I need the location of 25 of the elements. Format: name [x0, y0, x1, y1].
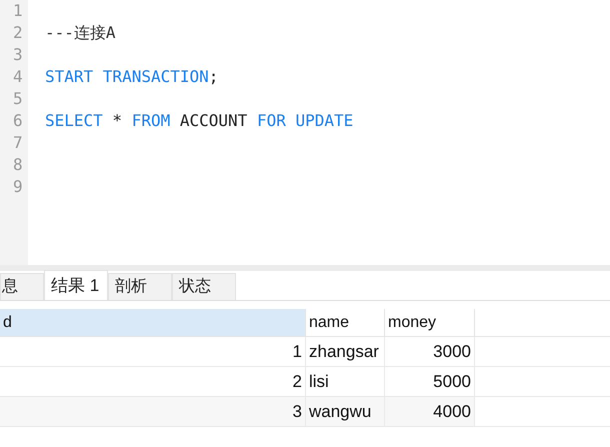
sql-text: * — [111, 110, 124, 132]
result-tab[interactable]: 结果 1 — [44, 270, 108, 300]
sql-comment: ---连接A — [45, 22, 116, 44]
result-tab[interactable]: 息 — [0, 273, 44, 300]
result-tab[interactable]: 剖析 — [108, 273, 172, 300]
sql-keyword: START TRANSACTION — [45, 66, 209, 88]
sql-keyword: FOR UPDATE — [256, 110, 354, 132]
sql-keyword: FROM — [132, 110, 170, 132]
sql-text: ; — [208, 66, 218, 88]
line-number: 6 — [12, 110, 24, 132]
result-tab[interactable]: 状态 — [172, 273, 236, 300]
line-number: 1 — [12, 0, 24, 22]
sql-text: ACCOUNT — [178, 110, 248, 132]
line-number: 5 — [12, 88, 24, 110]
line-number: 3 — [12, 44, 24, 66]
table-cell: 4000 — [385, 397, 475, 426]
line-number: 7 — [12, 132, 24, 154]
line-number: 8 — [12, 154, 24, 176]
table-cell: wangwu — [306, 397, 385, 426]
sql-keyword: SELECT — [45, 110, 103, 132]
line-number: 2 — [12, 22, 24, 44]
table-cell: 3 — [0, 397, 306, 426]
line-number: 4 — [12, 66, 24, 88]
line-number: 9 — [12, 176, 24, 198]
column-header[interactable]: d — [0, 309, 306, 336]
